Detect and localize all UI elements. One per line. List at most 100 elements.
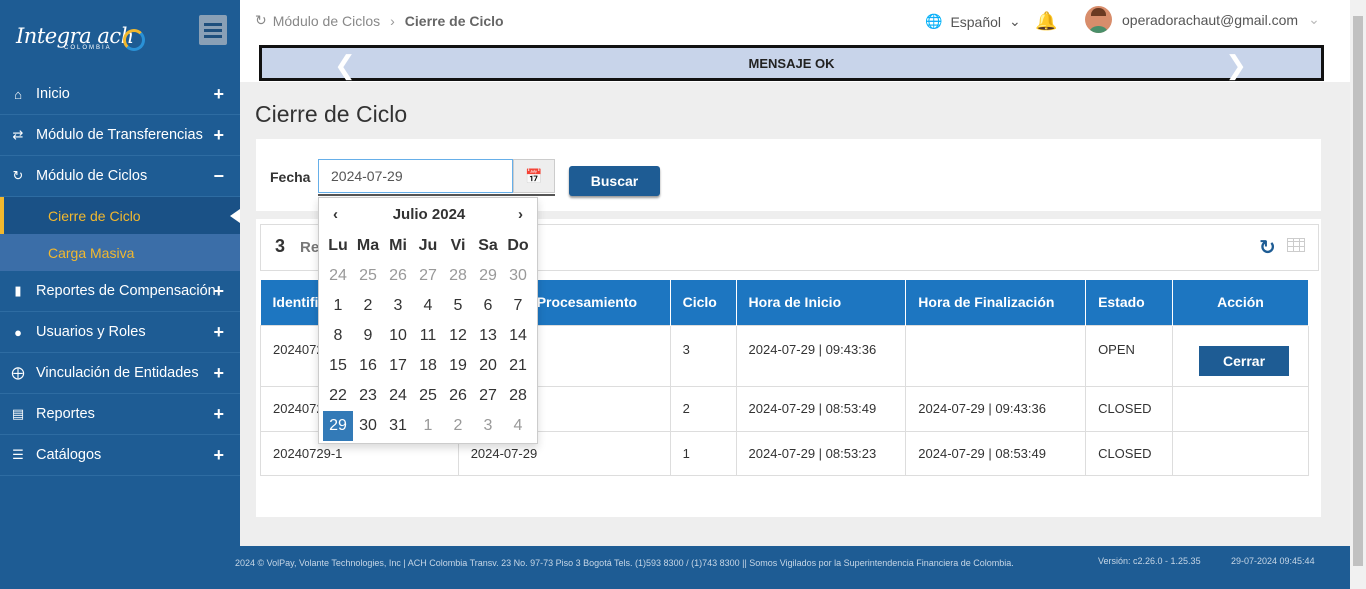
sidebar-menu: ⌂ Inicio + ⇄ Módulo de Transferencias + …: [0, 74, 240, 476]
sidebar-item-usuarios[interactable]: ● Usuarios y Roles +: [0, 312, 240, 353]
calendar-day[interactable]: 19: [443, 351, 473, 381]
expand-icon: +: [213, 124, 224, 145]
calendar-day[interactable]: 27: [413, 261, 443, 291]
weekday-header: Ma: [356, 237, 380, 254]
calendar-day[interactable]: 29: [323, 411, 353, 441]
scrollbar-thumb[interactable]: [1353, 16, 1363, 566]
column-header[interactable]: Hora de Finalización: [905, 280, 1087, 325]
column-header[interactable]: Ciclo: [670, 280, 737, 325]
cell-estado: OPEN: [1085, 324, 1173, 387]
users-icon: ●: [14, 324, 22, 340]
calendar-day[interactable]: 25: [353, 261, 383, 291]
sidebar-item-vinculacion[interactable]: ⨁ Vinculación de Entidades +: [0, 353, 240, 394]
calendar-day[interactable]: 3: [383, 291, 413, 321]
refresh-icon[interactable]: ↻: [1259, 235, 1276, 260]
cell-inicio: 2024-07-29 | 08:53:23: [735, 430, 907, 476]
refresh-icon: ↻: [255, 12, 267, 28]
calendar-day[interactable]: 24: [383, 381, 413, 411]
search-button[interactable]: Buscar: [569, 166, 660, 196]
weekday-header: Mi: [389, 237, 407, 254]
weekday-header: Ju: [418, 237, 438, 254]
sidebar-item-reportes-compensacion[interactable]: ▮ Reportes de Compensación +: [0, 271, 240, 312]
calendar-day[interactable]: 24: [323, 261, 353, 291]
calendar-day[interactable]: 30: [503, 261, 533, 291]
calendar-day[interactable]: 14: [503, 321, 533, 351]
calendar-day[interactable]: 31: [383, 411, 413, 441]
calendar-day[interactable]: 4: [503, 411, 533, 441]
calendar-day[interactable]: 7: [503, 291, 533, 321]
sidebar-item-inicio[interactable]: ⌂ Inicio +: [0, 74, 240, 115]
sidebar-item-reportes[interactable]: ▤ Reportes +: [0, 394, 240, 435]
calendar-day[interactable]: 11: [413, 321, 443, 351]
breadcrumb-item[interactable]: Módulo de Ciclos: [273, 13, 380, 29]
calendar-day[interactable]: 17: [383, 351, 413, 381]
chevron-right-icon[interactable]: ›: [518, 206, 523, 223]
calendar-day[interactable]: 21: [503, 351, 533, 381]
calendar-day[interactable]: 28: [503, 381, 533, 411]
calendar-day[interactable]: 29: [473, 261, 503, 291]
document-icon: ▤: [11, 406, 25, 421]
calendar-day[interactable]: 4: [413, 291, 443, 321]
user-menu[interactable]: operadorachaut@gmail.com ⌄: [1085, 6, 1320, 33]
calendar-day[interactable]: 15: [323, 351, 353, 381]
sidebar-subitem-label: Cierre de Ciclo: [48, 207, 141, 224]
logo[interactable]: Integra ach COLOMBIA: [16, 24, 145, 58]
calendar-day[interactable]: 6: [473, 291, 503, 321]
chevron-down-icon: ⌄: [1009, 13, 1021, 29]
calendar-day[interactable]: 3: [473, 411, 503, 441]
banner-prev-icon[interactable]: ❮: [334, 50, 356, 81]
sidebar-subitem-carga-masiva[interactable]: Carga Masiva: [0, 234, 240, 271]
expand-icon: +: [213, 280, 224, 301]
expand-icon: +: [213, 362, 224, 383]
sidebar-item-transferencias[interactable]: ⇄ Módulo de Transferencias +: [0, 115, 240, 156]
top-bar: ↻ Módulo de Ciclos › Cierre de Ciclo 🌐 E…: [240, 0, 1350, 82]
column-header[interactable]: Estado: [1085, 280, 1173, 325]
sidebar-item-ciclos[interactable]: ↻ Módulo de Ciclos −: [0, 156, 240, 197]
calendar-day[interactable]: 26: [383, 261, 413, 291]
sidebar-subitem-cierre-de-ciclo[interactable]: Cierre de Ciclo: [0, 197, 240, 234]
calendar-day[interactable]: 1: [323, 291, 353, 321]
cell-estado: CLOSED: [1085, 385, 1173, 432]
calendar-day[interactable]: 16: [353, 351, 383, 381]
calendar-day[interactable]: 28: [443, 261, 473, 291]
calendar-day[interactable]: 22: [323, 381, 353, 411]
footer-datetime: 29-07-2024 09:45:44: [1231, 556, 1315, 566]
calendar-day[interactable]: 27: [473, 381, 503, 411]
calendar-day[interactable]: 8: [323, 321, 353, 351]
calendar-icon[interactable]: 📅: [513, 159, 555, 193]
column-header[interactable]: Acción: [1172, 280, 1309, 325]
calendar-day[interactable]: 2: [353, 291, 383, 321]
bell-icon[interactable]: 🔔: [1035, 11, 1057, 32]
calendar-day[interactable]: 26: [443, 381, 473, 411]
calendar-day[interactable]: 12: [443, 321, 473, 351]
date-input[interactable]: 2024-07-29: [318, 159, 513, 193]
calendar-day[interactable]: 23: [353, 381, 383, 411]
calendar-day[interactable]: 30: [353, 411, 383, 441]
cerrar-button[interactable]: Cerrar: [1199, 345, 1289, 376]
language-selector[interactable]: 🌐 Español ⌄: [925, 13, 1021, 30]
banner-next-icon[interactable]: ❯: [1225, 50, 1247, 81]
footer-text: 2024 © VolPay, Volante Technologies, Inc…: [235, 558, 1014, 568]
home-icon: ⌂: [14, 86, 22, 102]
weekday-header: Sa: [478, 237, 498, 254]
calendar-day[interactable]: 10: [383, 321, 413, 351]
calendar-day[interactable]: 20: [473, 351, 503, 381]
footer-version: Versión: c2.26.0 - 1.25.35: [1098, 556, 1201, 566]
calendar-day[interactable]: 5: [443, 291, 473, 321]
calendar-day[interactable]: 18: [413, 351, 443, 381]
calendar-day[interactable]: 9: [353, 321, 383, 351]
expand-icon: +: [213, 321, 224, 342]
table-view-icon[interactable]: [1287, 238, 1305, 252]
sidebar-item-catalogos[interactable]: ☰ Catálogos +: [0, 435, 240, 476]
calendar-day[interactable]: 13: [473, 321, 503, 351]
menu-toggle-button[interactable]: [199, 15, 227, 45]
sidebar-item-label: Catálogos: [36, 447, 102, 463]
results-count: 3: [275, 236, 286, 256]
calendar-day[interactable]: 25: [413, 381, 443, 411]
column-header[interactable]: Hora de Inicio: [736, 280, 907, 325]
calendar-day[interactable]: 2: [443, 411, 473, 441]
scrollbar[interactable]: [1350, 0, 1366, 589]
calendar-day[interactable]: 1: [413, 411, 443, 441]
datepicker-month-title[interactable]: Julio 2024: [319, 206, 539, 223]
logo-mark-icon: [123, 29, 145, 51]
